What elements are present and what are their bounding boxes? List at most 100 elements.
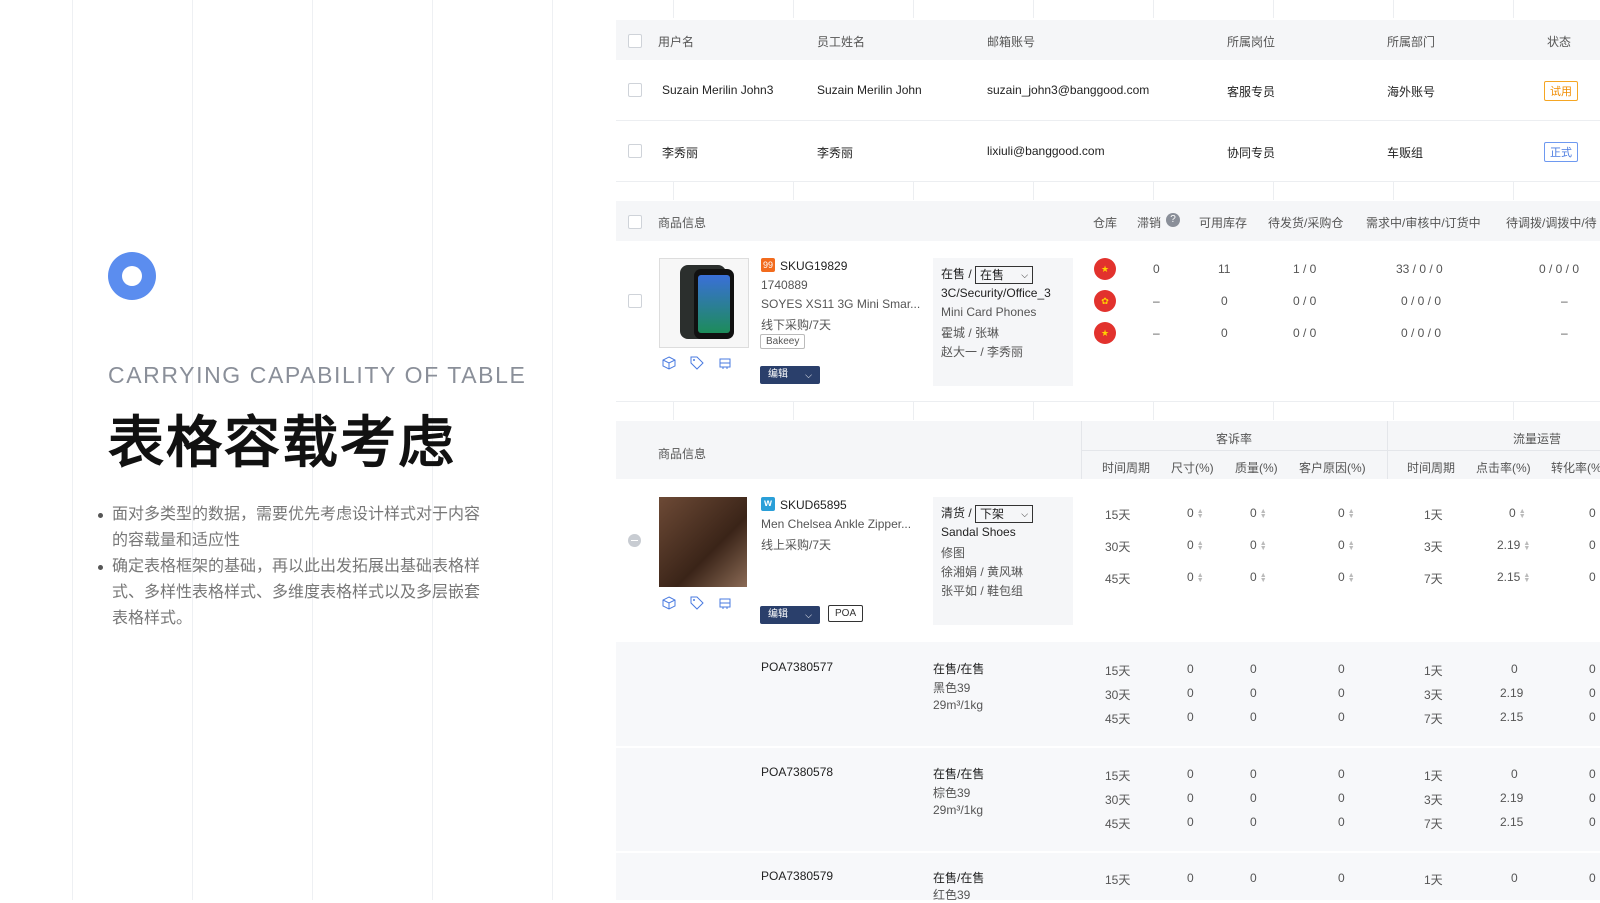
edit-label: 编辑: [768, 609, 788, 620]
col-header-demand: 需求中/审核中/订货中: [1366, 216, 1481, 230]
col-header-ctr: 点击率(%): [1476, 461, 1531, 475]
page-title: 表格容载考虑: [108, 411, 456, 474]
select-all-checkbox[interactable]: [628, 215, 642, 229]
sort-icon[interactable]: ▲ ▼: [1197, 572, 1204, 584]
edit-label: 编辑: [768, 369, 788, 380]
col-header-product: 商品信息: [658, 216, 707, 230]
cell-transfer: –: [1561, 294, 1568, 308]
cell-ctr: 2.15: [1500, 815, 1524, 829]
category-text: 3C/Security/Office_3: [941, 286, 1051, 300]
chevron-down-icon: ⌵: [1021, 269, 1029, 280]
cell-period: 15天: [1105, 873, 1131, 887]
cell-cvr: 0: [1589, 791, 1596, 805]
help-icon[interactable]: ?: [1166, 213, 1180, 227]
sort-icon[interactable]: ▲ ▼: [1348, 508, 1355, 520]
product-image[interactable]: [659, 258, 749, 348]
col-header-customer: 客户原因(%): [1299, 461, 1366, 475]
col-header-cvr: 转化率(%): [1551, 461, 1600, 475]
cell-available: 0: [1221, 326, 1228, 340]
edit-button[interactable]: 编辑 ⌵: [760, 366, 820, 384]
cell-dept: 车贩组: [1387, 146, 1424, 160]
poa-code[interactable]: POA7380578: [761, 765, 833, 779]
section-kicker: CARRYING CAPABILITY OF TABLE: [108, 362, 527, 388]
sort-icon[interactable]: ▲ ▼: [1519, 508, 1526, 520]
poa-color: 黑色39: [933, 681, 971, 695]
cell-dept: 海外账号: [1387, 85, 1436, 99]
cell-period: 15天: [1105, 664, 1131, 678]
product-name[interactable]: SOYES XS11 3G Mini Smar...: [761, 297, 920, 311]
row-checkbox[interactable]: [628, 144, 642, 158]
cell-cvr: 0: [1589, 686, 1596, 700]
poa-code[interactable]: POA7380577: [761, 660, 833, 674]
sort-icon[interactable]: ▲ ▼: [1523, 572, 1530, 584]
col-header-period: 时间周期: [1102, 461, 1151, 475]
row-checkbox[interactable]: [628, 83, 642, 97]
cell-demand: 33 / 0 / 0: [1396, 262, 1443, 276]
cell-ctr: 0: [1511, 871, 1518, 885]
metric-row: 15天 0 ▲ ▼ 0 ▲ ▼ 0 ▲ ▼ 1天 0 ▲ ▼ 0: [0, 506, 1600, 522]
tag-icon[interactable]: [690, 356, 704, 370]
cell-customer: 0: [1338, 710, 1345, 724]
brand-tag: Bakeey: [760, 334, 806, 349]
sort-icon[interactable]: ▲ ▼: [1260, 572, 1267, 584]
poa-spec: 29m³/1kg: [933, 803, 984, 817]
cell-size-value: 0: [1187, 538, 1194, 552]
cell-ctr: 2.19: [1500, 791, 1524, 805]
cell-period: 30天: [1105, 793, 1131, 807]
poa-status: 在售/在售: [933, 871, 985, 885]
cell-quality: 0: [1250, 767, 1257, 781]
cell-period: 45天: [1105, 712, 1131, 726]
status-line: 在售 / 在售 ⌵: [941, 265, 1034, 284]
cell-traffic-period: 3天: [1424, 688, 1443, 702]
cell-ctr: 2.15: [1500, 710, 1524, 724]
col-header-username: 用户名: [658, 35, 695, 49]
sort-icon[interactable]: ▲ ▼: [1348, 540, 1355, 552]
cell-username: Suzain Merilin John3: [662, 83, 774, 97]
cell-slow: 0: [1153, 262, 1160, 276]
status-select[interactable]: 在售 ⌵: [975, 265, 1034, 284]
cell-cvr: 0: [1589, 538, 1596, 552]
sort-icon[interactable]: ▲ ▼: [1197, 508, 1204, 520]
cell-ctr: 0: [1511, 767, 1518, 781]
box-icon[interactable]: [662, 356, 676, 370]
cell-cvr: 0: [1589, 767, 1596, 781]
cell-customer-value: 0: [1338, 538, 1345, 552]
sort-icon[interactable]: ▲ ▼: [1260, 540, 1267, 552]
cell-period: 45天: [1105, 572, 1131, 586]
group-header-traffic: 流量运营: [1513, 432, 1562, 446]
poa-code[interactable]: POA7380579: [761, 869, 833, 883]
col-header-email: 邮箱账号: [987, 35, 1036, 49]
cell-customer: 0: [1338, 767, 1345, 781]
row-checkbox[interactable]: [628, 294, 642, 308]
box-icon[interactable]: [662, 596, 676, 610]
cell-slow: –: [1153, 326, 1160, 340]
cell-quality-value: 0: [1250, 538, 1257, 552]
sort-icon[interactable]: ▲ ▼: [1197, 540, 1204, 552]
product-sku[interactable]: SKUG19829: [780, 259, 847, 273]
col-header-name: 员工姓名: [817, 35, 866, 49]
edit-button[interactable]: 编辑 ⌵: [760, 606, 820, 624]
col-header-warehouse: 仓库: [1093, 216, 1118, 230]
cell-cvr: 0: [1589, 506, 1596, 520]
cell-email: lixiuli@banggood.com: [987, 144, 1105, 158]
truck-icon[interactable]: [718, 596, 732, 610]
cell-quality: 0 ▲ ▼: [1250, 506, 1267, 520]
cell-pending: 0 / 0: [1293, 326, 1317, 340]
cell-traffic-period: 1天: [1424, 873, 1443, 887]
guide-line: [72, 0, 73, 900]
cell-size-value: 0: [1187, 570, 1194, 584]
cell-period: 30天: [1105, 688, 1131, 702]
poa-tag[interactable]: POA: [828, 605, 864, 622]
select-all-checkbox[interactable]: [628, 34, 642, 48]
cell-ctr-value: 2.15: [1497, 570, 1521, 584]
truck-icon[interactable]: [718, 356, 732, 370]
sort-icon[interactable]: ▲ ▼: [1348, 572, 1355, 584]
col-header-status: 状态: [1547, 35, 1572, 49]
cell-customer: 0: [1338, 686, 1345, 700]
col-header-quality: 质量(%): [1235, 461, 1278, 475]
cell-quality: 0: [1250, 871, 1257, 885]
sort-icon[interactable]: ▲ ▼: [1260, 508, 1267, 520]
cell-size: 0: [1187, 815, 1194, 829]
sort-icon[interactable]: ▲ ▼: [1523, 540, 1530, 552]
tag-icon[interactable]: [690, 596, 704, 610]
